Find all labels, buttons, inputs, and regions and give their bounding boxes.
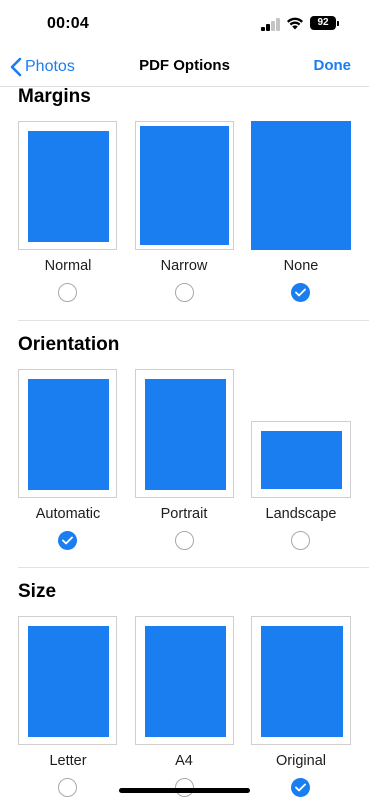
orientation-portrait-radio[interactable] bbox=[175, 531, 194, 550]
page-preview bbox=[261, 626, 343, 737]
size-original-thumbnail[interactable] bbox=[251, 616, 351, 745]
wifi-icon bbox=[286, 16, 304, 30]
orientation-automatic-label: Automatic bbox=[35, 506, 101, 522]
home-indicator[interactable] bbox=[119, 788, 250, 793]
orientation-automatic-thumbnail[interactable] bbox=[18, 369, 117, 498]
section-divider bbox=[18, 567, 369, 568]
section-divider bbox=[18, 320, 369, 321]
page-preview bbox=[28, 131, 109, 242]
status-bar: 00:04 92 bbox=[0, 0, 369, 48]
orientation-section-title: Orientation bbox=[18, 334, 120, 355]
orientation-portrait-thumbnail[interactable] bbox=[135, 369, 234, 498]
checkmark-icon bbox=[295, 783, 306, 792]
margins-normal-radio[interactable] bbox=[58, 283, 77, 302]
orientation-landscape-radio[interactable] bbox=[291, 531, 310, 550]
margins-narrow-radio[interactable] bbox=[175, 283, 194, 302]
orientation-automatic-radio[interactable] bbox=[58, 531, 77, 550]
navigation-bar: Photos PDF Options Done bbox=[0, 48, 369, 87]
margins-narrow-thumbnail[interactable] bbox=[135, 121, 234, 250]
margins-none-label: None bbox=[283, 258, 319, 274]
margins-section-title: Margins bbox=[18, 86, 91, 107]
size-letter-thumbnail[interactable] bbox=[18, 616, 117, 745]
size-original-label: Original bbox=[276, 753, 326, 769]
size-letter-label: Letter bbox=[49, 753, 87, 769]
cellular-signal-icon bbox=[261, 18, 281, 31]
status-time: 00:04 bbox=[47, 15, 89, 32]
size-section-title: Size bbox=[18, 581, 57, 602]
page-preview bbox=[251, 121, 351, 250]
checkmark-icon bbox=[295, 288, 306, 297]
size-original-radio[interactable] bbox=[291, 778, 310, 797]
page-preview bbox=[145, 626, 226, 737]
size-letter-radio[interactable] bbox=[58, 778, 77, 797]
size-a4-thumbnail[interactable] bbox=[135, 616, 234, 745]
orientation-portrait-label: Portrait bbox=[160, 506, 208, 522]
done-button[interactable]: Done bbox=[314, 57, 352, 74]
margins-none-radio[interactable] bbox=[291, 283, 310, 302]
page-preview bbox=[28, 626, 109, 737]
orientation-landscape-thumbnail[interactable] bbox=[251, 421, 351, 498]
margins-narrow-label: Narrow bbox=[160, 258, 208, 274]
page-preview bbox=[140, 126, 229, 245]
margins-normal-thumbnail[interactable] bbox=[18, 121, 117, 250]
page-preview bbox=[261, 431, 342, 489]
margins-none-thumbnail[interactable] bbox=[251, 121, 351, 250]
page-preview bbox=[145, 379, 226, 490]
battery-icon: 92 bbox=[310, 16, 339, 30]
size-a4-label: A4 bbox=[175, 753, 193, 769]
orientation-landscape-label: Landscape bbox=[265, 506, 337, 522]
checkmark-icon bbox=[62, 536, 73, 545]
margins-normal-label: Normal bbox=[44, 258, 92, 274]
page-preview bbox=[28, 379, 109, 490]
